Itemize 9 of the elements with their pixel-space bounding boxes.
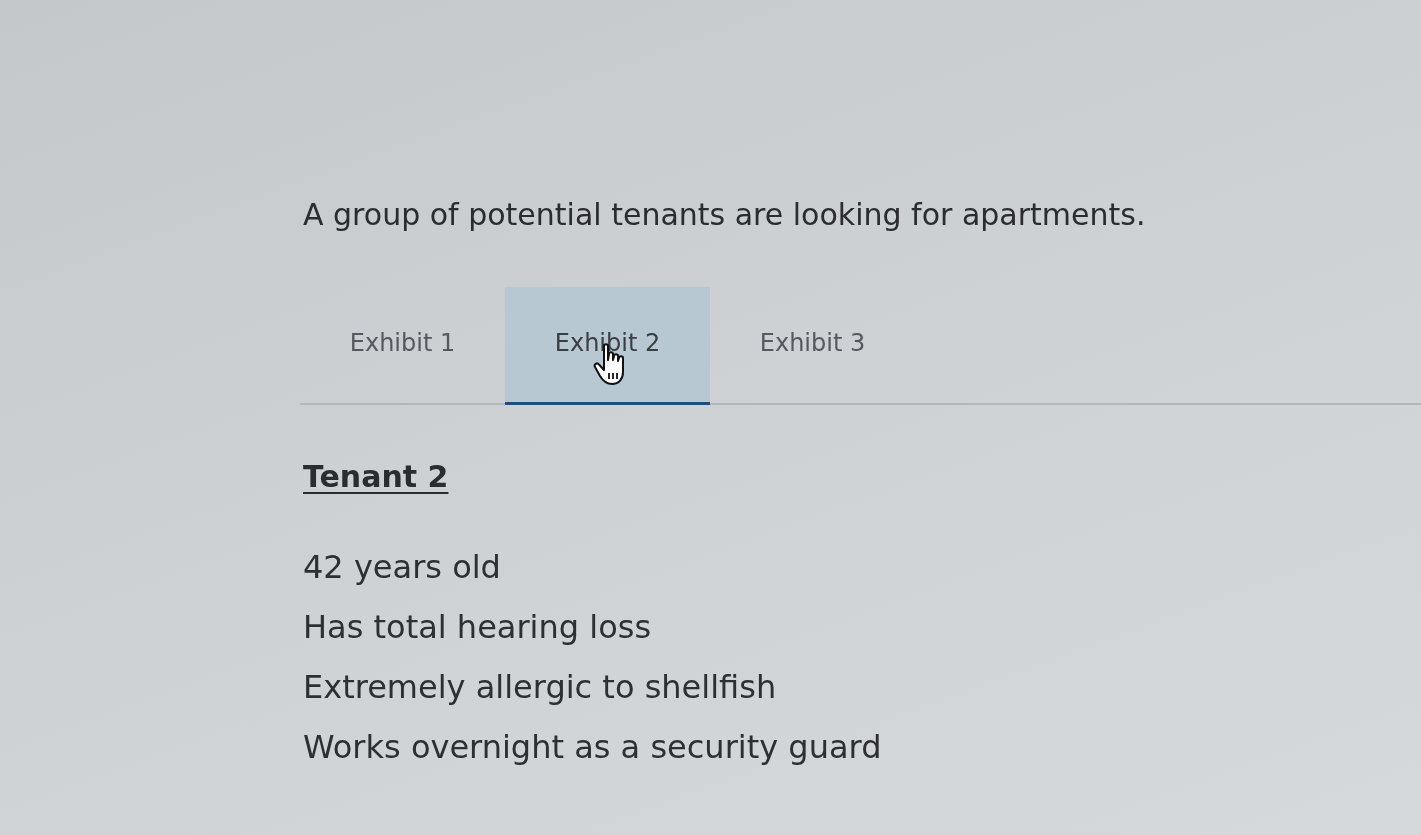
tenant-detail: Works overnight as a security guard (303, 727, 882, 768)
tenant-detail: Extremely allergic to shellfish (303, 667, 777, 708)
tenant-detail: 42 years old (303, 547, 501, 588)
exhibit-tab[interactable]: Exhibit 2 (505, 287, 710, 405)
tenant-heading: Tenant 2 (303, 458, 449, 496)
tenant-detail: Has total hearing loss (303, 607, 652, 648)
exhibit-tab[interactable]: Exhibit 3 (710, 287, 915, 405)
question-prompt: A group of potential tenants are looking for apartments. (303, 196, 1146, 234)
exhibit-tab[interactable]: Exhibit 1 (300, 287, 505, 405)
